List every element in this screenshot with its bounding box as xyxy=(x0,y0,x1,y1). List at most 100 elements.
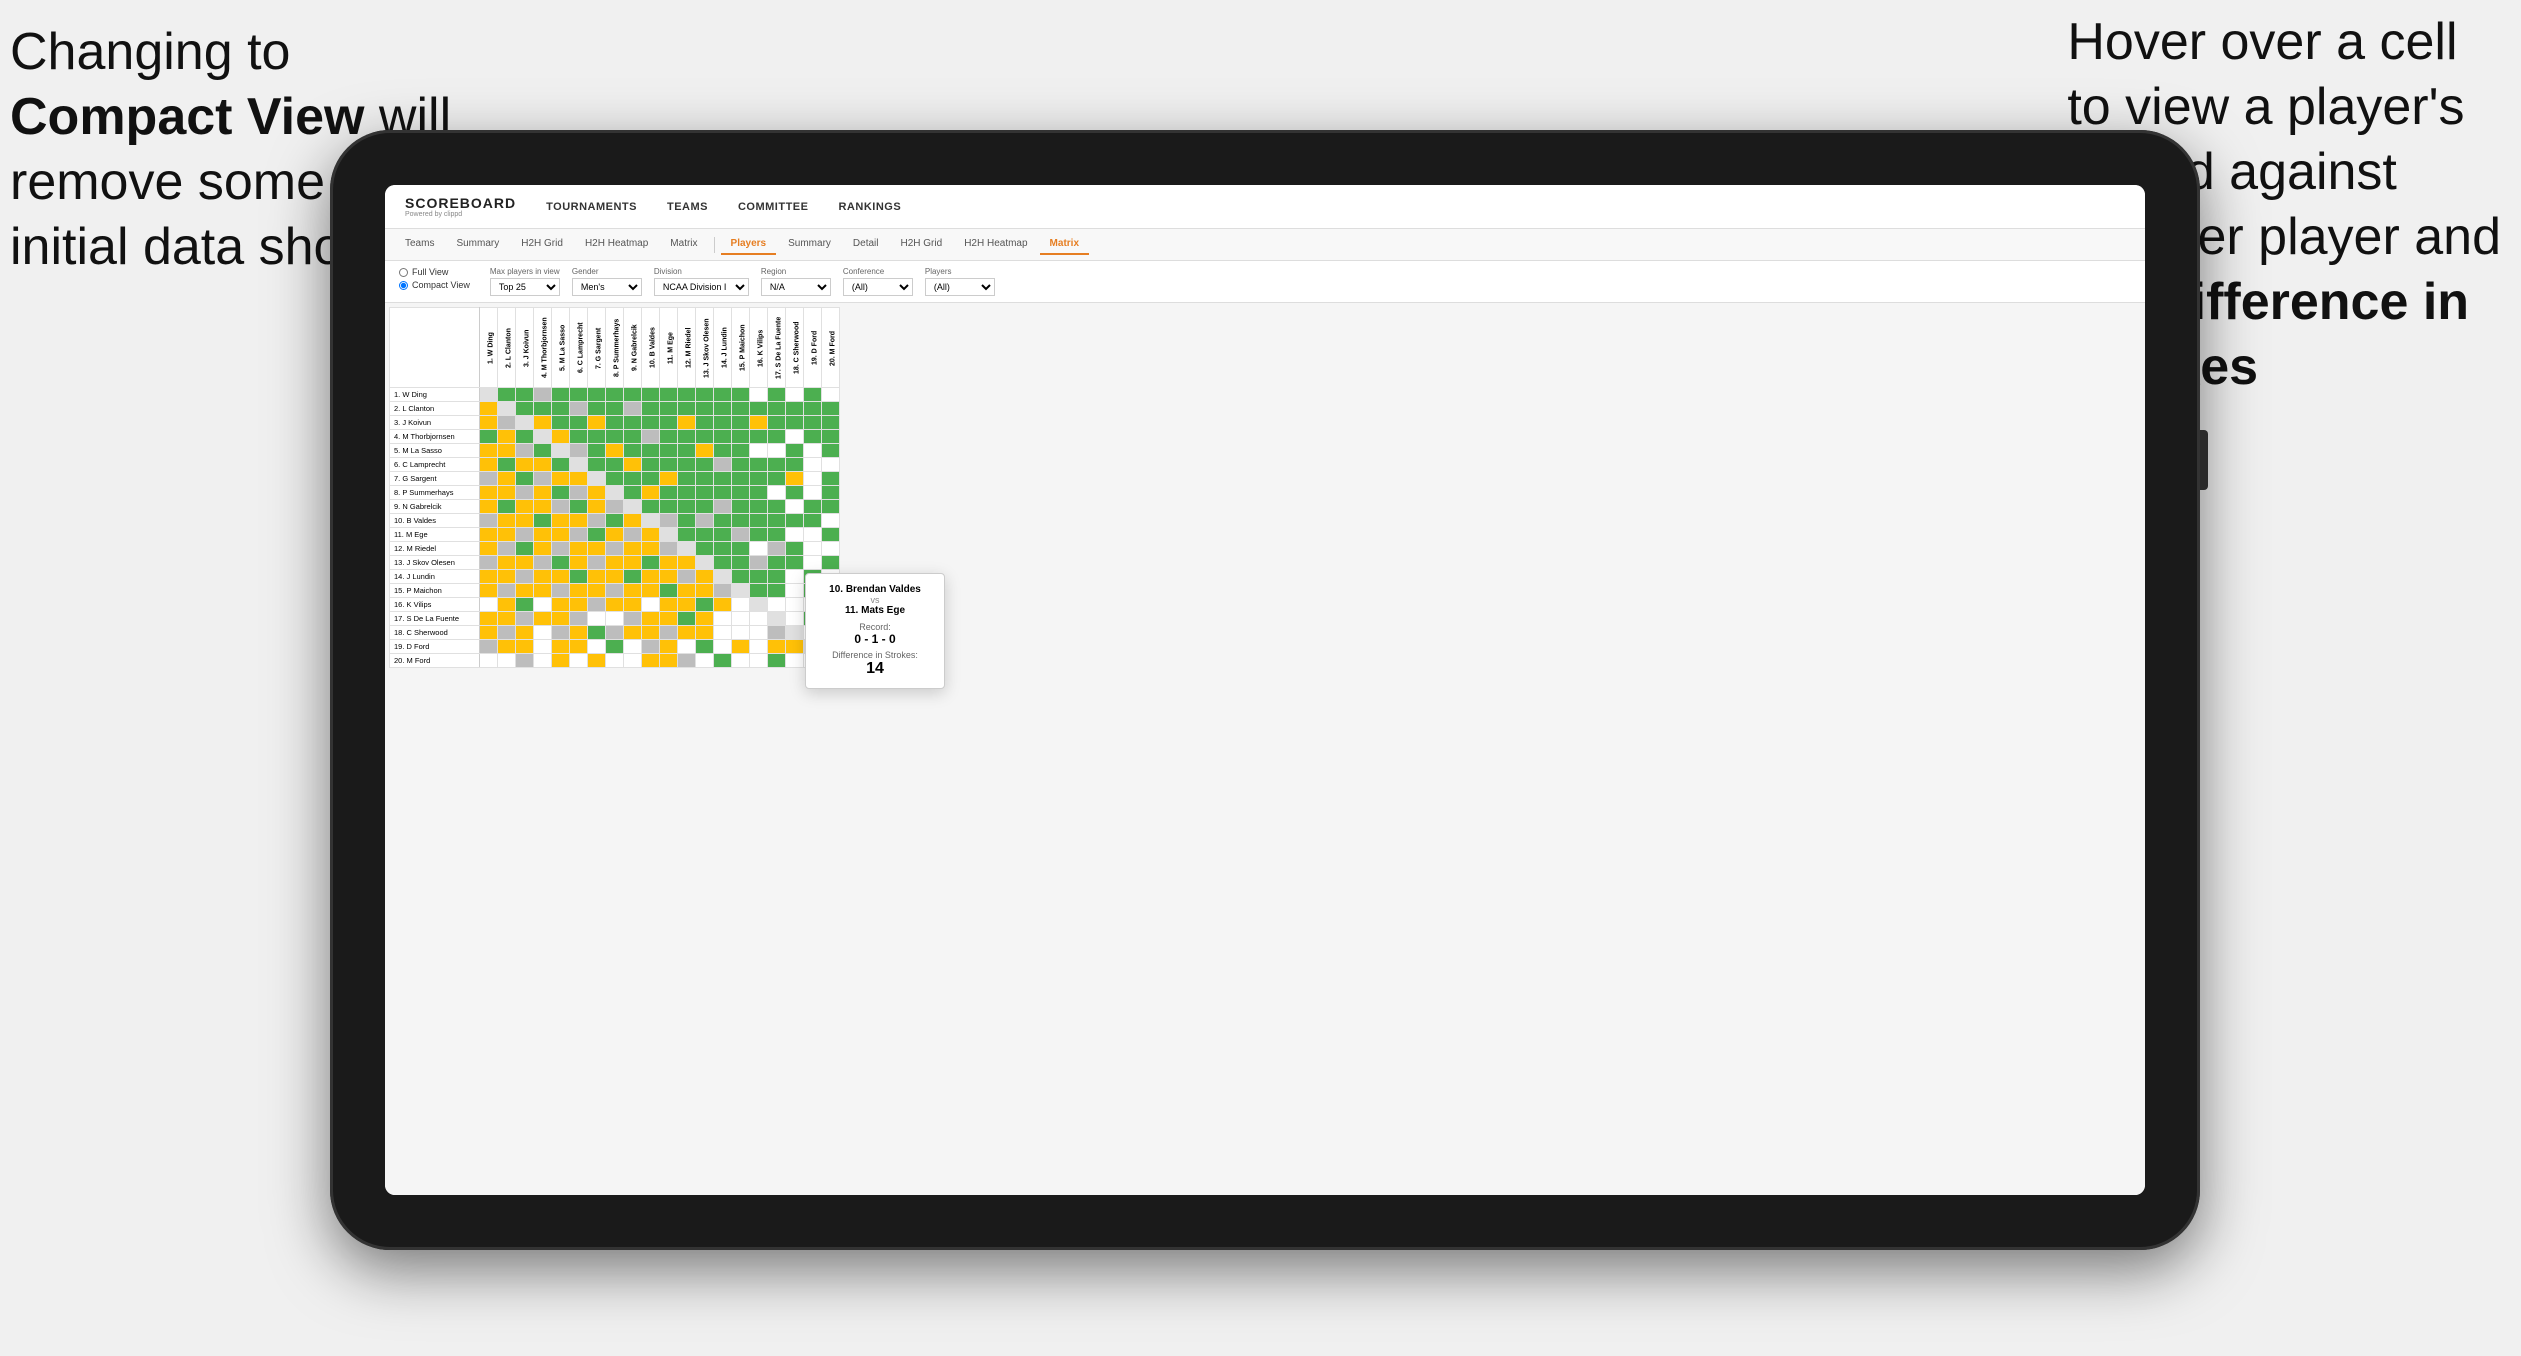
matrix-cell-r12-c2[interactable] xyxy=(516,556,534,570)
matrix-cell-r10-c10[interactable] xyxy=(660,528,678,542)
matrix-cell-r11-c0[interactable] xyxy=(480,542,498,556)
matrix-cell-r18-c2[interactable] xyxy=(516,640,534,654)
matrix-cell-r12-c11[interactable] xyxy=(678,556,696,570)
matrix-cell-r11-c18[interactable] xyxy=(804,542,822,556)
matrix-cell-r4-c11[interactable] xyxy=(678,444,696,458)
matrix-cell-r10-c5[interactable] xyxy=(570,528,588,542)
matrix-cell-r0-c16[interactable] xyxy=(768,388,786,402)
matrix-cell-r6-c18[interactable] xyxy=(804,472,822,486)
matrix-cell-r6-c16[interactable] xyxy=(768,472,786,486)
full-view-label[interactable]: Full View xyxy=(399,267,470,277)
compact-view-radio[interactable] xyxy=(399,281,408,290)
matrix-cell-r19-c10[interactable] xyxy=(660,654,678,668)
matrix-cell-r8-c7[interactable] xyxy=(606,500,624,514)
matrix-cell-r4-c15[interactable] xyxy=(750,444,768,458)
matrix-cell-r19-c16[interactable] xyxy=(768,654,786,668)
matrix-cell-r11-c2[interactable] xyxy=(516,542,534,556)
matrix-cell-r4-c10[interactable] xyxy=(660,444,678,458)
matrix-cell-r7-c5[interactable] xyxy=(570,486,588,500)
matrix-cell-r2-c7[interactable] xyxy=(606,416,624,430)
matrix-cell-r7-c10[interactable] xyxy=(660,486,678,500)
matrix-cell-r0-c4[interactable] xyxy=(552,388,570,402)
gender-select[interactable]: Men's xyxy=(572,278,642,296)
matrix-cell-r1-c9[interactable] xyxy=(642,402,660,416)
matrix-cell-r13-c17[interactable] xyxy=(786,570,804,584)
matrix-cell-r8-c12[interactable] xyxy=(696,500,714,514)
matrix-cell-r14-c8[interactable] xyxy=(624,584,642,598)
matrix-cell-r2-c8[interactable] xyxy=(624,416,642,430)
matrix-cell-r17-c14[interactable] xyxy=(732,626,750,640)
matrix-cell-r7-c12[interactable] xyxy=(696,486,714,500)
matrix-cell-r13-c15[interactable] xyxy=(750,570,768,584)
matrix-cell-r12-c0[interactable] xyxy=(480,556,498,570)
tab-h2h-heatmap-left[interactable]: H2H Heatmap xyxy=(575,234,658,255)
matrix-cell-r19-c17[interactable] xyxy=(786,654,804,668)
matrix-cell-r8-c2[interactable] xyxy=(516,500,534,514)
matrix-cell-r1-c10[interactable] xyxy=(660,402,678,416)
matrix-cell-r3-c14[interactable] xyxy=(732,430,750,444)
matrix-cell-r10-c13[interactable] xyxy=(714,528,732,542)
matrix-cell-r5-c14[interactable] xyxy=(732,458,750,472)
matrix-cell-r5-c1[interactable] xyxy=(498,458,516,472)
matrix-cell-r11-c1[interactable] xyxy=(498,542,516,556)
matrix-cell-r11-c16[interactable] xyxy=(768,542,786,556)
matrix-cell-r8-c3[interactable] xyxy=(534,500,552,514)
matrix-cell-r18-c16[interactable] xyxy=(768,640,786,654)
matrix-cell-r3-c1[interactable] xyxy=(498,430,516,444)
matrix-cell-r12-c14[interactable] xyxy=(732,556,750,570)
matrix-cell-r9-c7[interactable] xyxy=(606,514,624,528)
matrix-cell-r10-c9[interactable] xyxy=(642,528,660,542)
matrix-cell-r3-c13[interactable] xyxy=(714,430,732,444)
matrix-cell-r14-c4[interactable] xyxy=(552,584,570,598)
matrix-cell-r8-c0[interactable] xyxy=(480,500,498,514)
matrix-cell-r14-c5[interactable] xyxy=(570,584,588,598)
matrix-cell-r15-c16[interactable] xyxy=(768,598,786,612)
matrix-cell-r9-c5[interactable] xyxy=(570,514,588,528)
matrix-cell-r7-c4[interactable] xyxy=(552,486,570,500)
matrix-cell-r4-c5[interactable] xyxy=(570,444,588,458)
matrix-cell-r9-c4[interactable] xyxy=(552,514,570,528)
matrix-cell-r19-c9[interactable] xyxy=(642,654,660,668)
matrix-cell-r12-c10[interactable] xyxy=(660,556,678,570)
matrix-cell-r5-c16[interactable] xyxy=(768,458,786,472)
matrix-cell-r7-c7[interactable] xyxy=(606,486,624,500)
matrix-cell-r7-c2[interactable] xyxy=(516,486,534,500)
matrix-cell-r14-c9[interactable] xyxy=(642,584,660,598)
matrix-cell-r0-c17[interactable] xyxy=(786,388,804,402)
matrix-cell-r6-c2[interactable] xyxy=(516,472,534,486)
matrix-cell-r13-c0[interactable] xyxy=(480,570,498,584)
matrix-cell-r10-c16[interactable] xyxy=(768,528,786,542)
matrix-cell-r2-c16[interactable] xyxy=(768,416,786,430)
matrix-cell-r1-c0[interactable] xyxy=(480,402,498,416)
matrix-cell-r0-c11[interactable] xyxy=(678,388,696,402)
matrix-cell-r5-c6[interactable] xyxy=(588,458,606,472)
matrix-cell-r15-c8[interactable] xyxy=(624,598,642,612)
matrix-cell-r6-c7[interactable] xyxy=(606,472,624,486)
matrix-cell-r19-c11[interactable] xyxy=(678,654,696,668)
matrix-cell-r12-c3[interactable] xyxy=(534,556,552,570)
matrix-cell-r2-c5[interactable] xyxy=(570,416,588,430)
matrix-cell-r19-c6[interactable] xyxy=(588,654,606,668)
matrix-cell-r8-c16[interactable] xyxy=(768,500,786,514)
tab-h2h-grid-right[interactable]: H2H Grid xyxy=(891,234,953,255)
matrix-cell-r18-c3[interactable] xyxy=(534,640,552,654)
matrix-cell-r11-c6[interactable] xyxy=(588,542,606,556)
matrix-cell-r8-c5[interactable] xyxy=(570,500,588,514)
matrix-cell-r4-c14[interactable] xyxy=(732,444,750,458)
matrix-cell-r10-c7[interactable] xyxy=(606,528,624,542)
matrix-cell-r5-c19[interactable] xyxy=(822,458,840,472)
matrix-cell-r6-c8[interactable] xyxy=(624,472,642,486)
matrix-cell-r16-c11[interactable] xyxy=(678,612,696,626)
matrix-cell-r15-c6[interactable] xyxy=(588,598,606,612)
matrix-cell-r12-c15[interactable] xyxy=(750,556,768,570)
matrix-cell-r17-c17[interactable] xyxy=(786,626,804,640)
matrix-cell-r4-c3[interactable] xyxy=(534,444,552,458)
matrix-cell-r0-c5[interactable] xyxy=(570,388,588,402)
matrix-cell-r18-c4[interactable] xyxy=(552,640,570,654)
matrix-cell-r2-c18[interactable] xyxy=(804,416,822,430)
matrix-cell-r15-c15[interactable] xyxy=(750,598,768,612)
matrix-cell-r6-c19[interactable] xyxy=(822,472,840,486)
matrix-cell-r7-c19[interactable] xyxy=(822,486,840,500)
matrix-cell-r1-c7[interactable] xyxy=(606,402,624,416)
matrix-cell-r2-c9[interactable] xyxy=(642,416,660,430)
